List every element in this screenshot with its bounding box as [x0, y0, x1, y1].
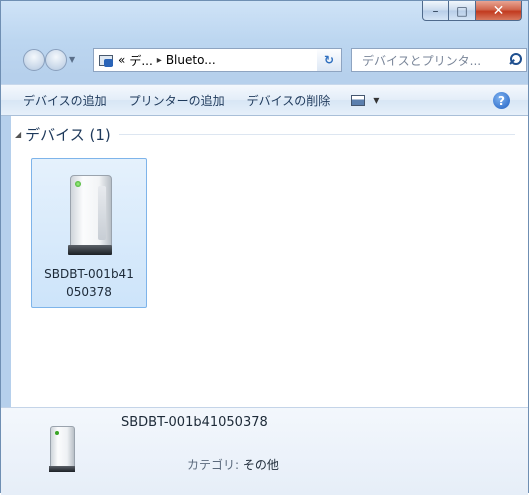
details-device-name: SBDBT-001b41050378: [121, 415, 268, 430]
minimize-button[interactable]: –: [422, 1, 449, 21]
device-icon: [68, 175, 112, 257]
device-item[interactable]: SBDBT-001b41050378: [31, 158, 147, 308]
remove-device-button[interactable]: デバイスの削除: [236, 92, 342, 109]
devices-printers-icon: [98, 53, 114, 67]
device-name: SBDBT-001b41050378: [44, 267, 134, 299]
device-icon: [49, 426, 75, 474]
category-value: その他: [242, 458, 279, 472]
group-header[interactable]: ◢ デバイス (1): [15, 124, 515, 145]
details-pane: SBDBT-001b41050378 カテゴリ: その他: [1, 407, 528, 495]
device-list-area[interactable]: ◢ デバイス (1) SBDBT-001b41050378: [11, 116, 528, 407]
collapse-icon[interactable]: ◢: [15, 130, 21, 139]
close-button[interactable]: ✕: [476, 1, 522, 21]
breadcrumb-overflow[interactable]: «: [118, 53, 125, 67]
explorer-window: – □ ✕ ▼ « デ... ▸ Blueto... ▼ ↻ デバイスとプリンタ…: [0, 0, 529, 495]
category-label: カテゴリ:: [187, 458, 240, 472]
search-box[interactable]: デバイスとプリンタ...: [351, 48, 527, 72]
details-category: カテゴリ: その他: [187, 456, 279, 473]
minimize-icon: –: [432, 3, 439, 18]
view-dropdown-icon: ▾: [373, 93, 380, 107]
breadcrumb-item-devices[interactable]: デ...: [129, 52, 152, 69]
help-icon[interactable]: ?: [493, 92, 510, 109]
address-bar[interactable]: « デ... ▸ Blueto... ▼: [93, 48, 342, 72]
change-view-button[interactable]: ▾: [351, 93, 379, 107]
group-divider: [118, 134, 515, 135]
caption-buttons: – □ ✕: [422, 1, 522, 23]
recent-pages-dropdown[interactable]: ▼: [69, 55, 75, 64]
maximize-button[interactable]: □: [449, 1, 476, 21]
chevron-right-icon[interactable]: ▸: [157, 55, 162, 66]
maximize-icon: □: [456, 3, 468, 18]
refresh-icon: ↻: [323, 53, 335, 67]
refresh-button[interactable]: ↻: [317, 48, 342, 72]
back-button[interactable]: [23, 49, 45, 71]
view-icon: [351, 94, 366, 106]
forward-button[interactable]: [45, 49, 67, 71]
add-printer-button[interactable]: プリンターの追加: [118, 92, 236, 109]
command-bar: デバイスの追加 プリンターの追加 デバイスの削除 ▾ ?: [1, 84, 528, 116]
search-icon[interactable]: [506, 50, 526, 70]
group-title: デバイス (1): [25, 126, 111, 144]
close-icon: ✕: [492, 2, 505, 19]
add-device-button[interactable]: デバイスの追加: [1, 92, 118, 109]
search-input[interactable]: デバイスとプリンタ...: [352, 52, 506, 69]
breadcrumb-item-bluetooth[interactable]: Blueto...: [166, 53, 216, 67]
navigation-bar: ▼ « デ... ▸ Blueto... ▼ ↻ デバイスとプリンタ...: [1, 41, 528, 77]
